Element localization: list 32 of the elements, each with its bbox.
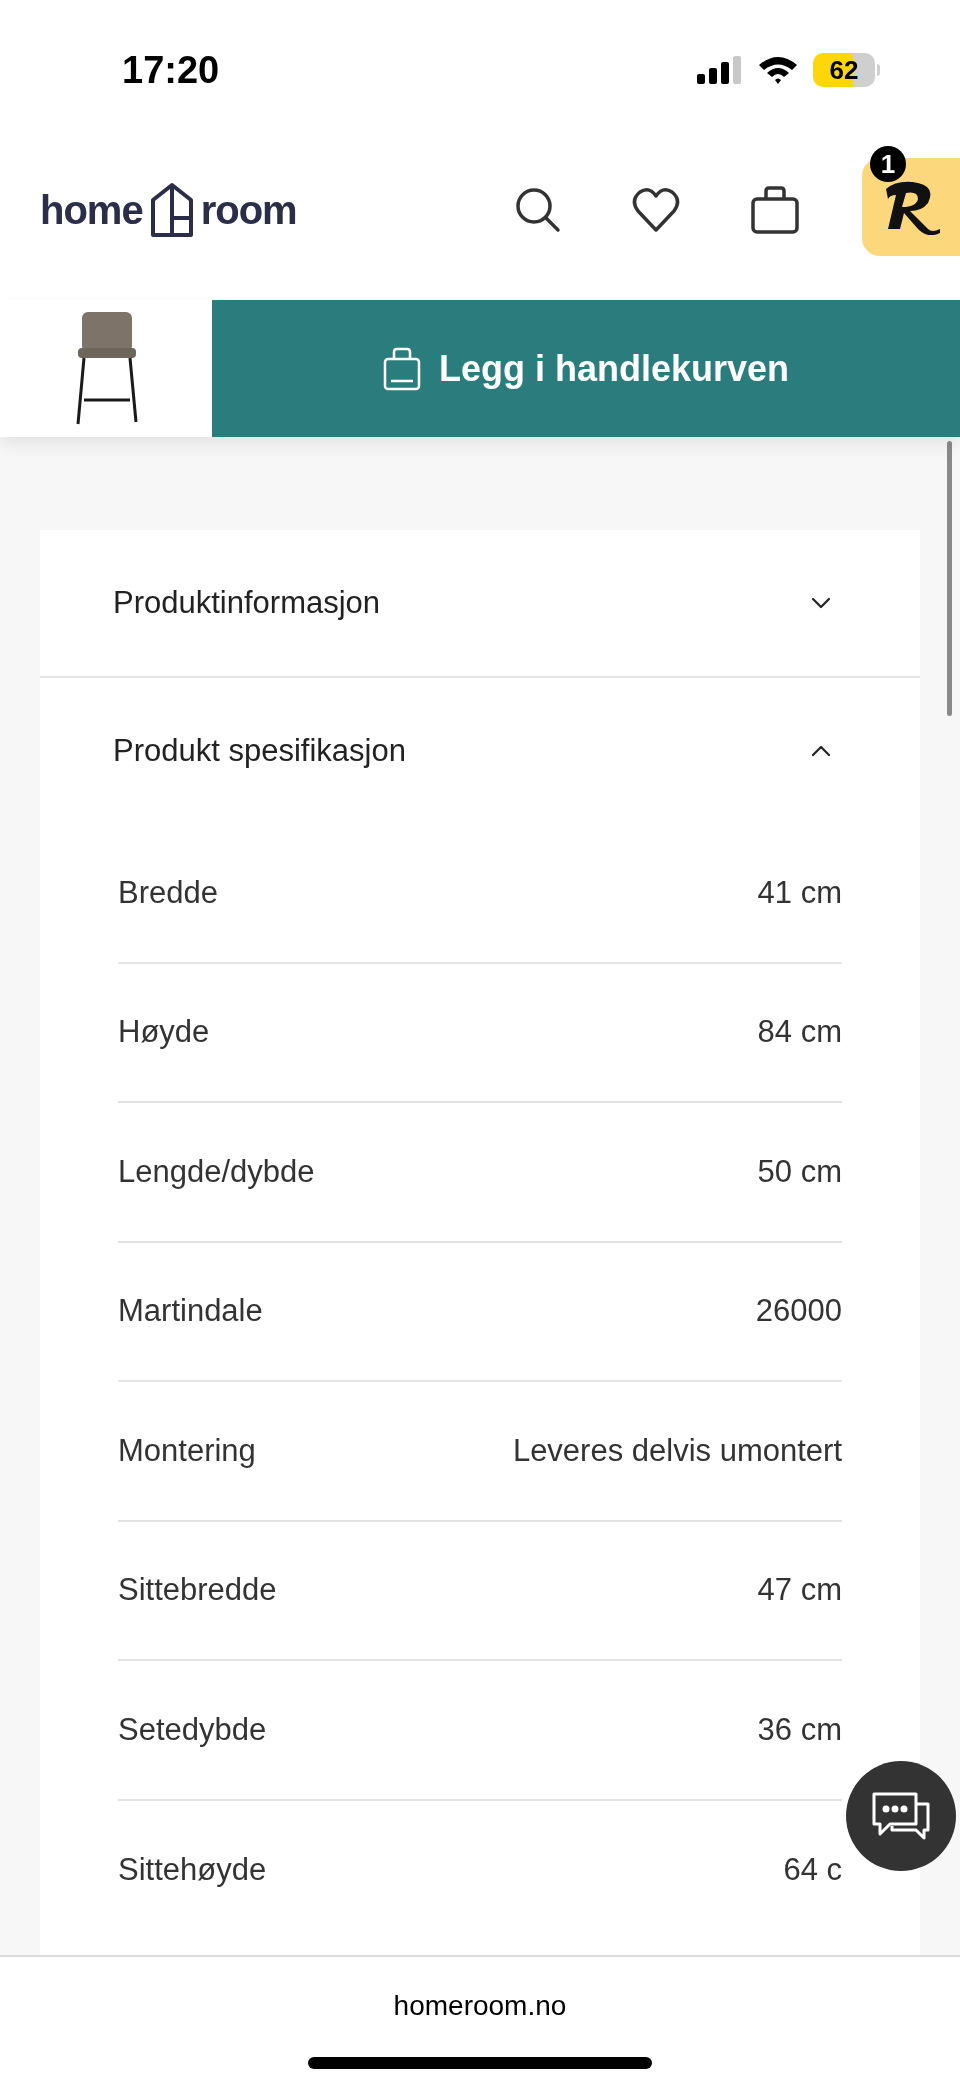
wifi-icon [757, 55, 799, 85]
spec-label: Montering [118, 1431, 256, 1470]
url-text: homeroom.no [393, 1989, 567, 2023]
accordion-header[interactable]: Produkt spesifikasjon [40, 678, 920, 824]
spec-value: 41 cm [757, 873, 842, 912]
spec-value: Leveres delvis umontert [512, 1431, 842, 1470]
spec-label: Setedybde [118, 1710, 267, 1749]
spec-value: 47 cm [757, 1571, 842, 1609]
spec-label: Sittehøyde [118, 1851, 267, 1889]
heart-icon[interactable] [632, 187, 680, 233]
spec-value: 50 cm [757, 1152, 842, 1191]
spec-value: 64 c [783, 1851, 842, 1889]
house-logo-icon [148, 182, 195, 238]
status-time: 17:20 [122, 47, 220, 93]
spec-value: 26000 [755, 1292, 842, 1330]
spec-label: Martindale [118, 1292, 263, 1330]
bag-icon [382, 346, 421, 391]
search-icon[interactable] [514, 186, 562, 234]
add-to-cart-button[interactable]: Legg i handlekurven [212, 300, 960, 437]
logo-text: home [40, 187, 143, 234]
accordion-header[interactable]: Produktinformasjon [40, 530, 920, 676]
spec-value: 36 cm [757, 1710, 842, 1749]
spec-value: 84 cm [757, 1013, 842, 1051]
signal-icon [697, 56, 743, 84]
notification-badge: 1 [870, 146, 906, 182]
spec-label: Sittebredde [118, 1571, 277, 1609]
chat-icon [870, 1790, 932, 1842]
logo-text: room [200, 187, 297, 234]
spec-label: Lengde/dybde [118, 1152, 315, 1191]
spec-label: Bredde [118, 873, 218, 912]
bag-icon[interactable] [750, 185, 800, 235]
spec-label: Høyde [118, 1013, 210, 1051]
